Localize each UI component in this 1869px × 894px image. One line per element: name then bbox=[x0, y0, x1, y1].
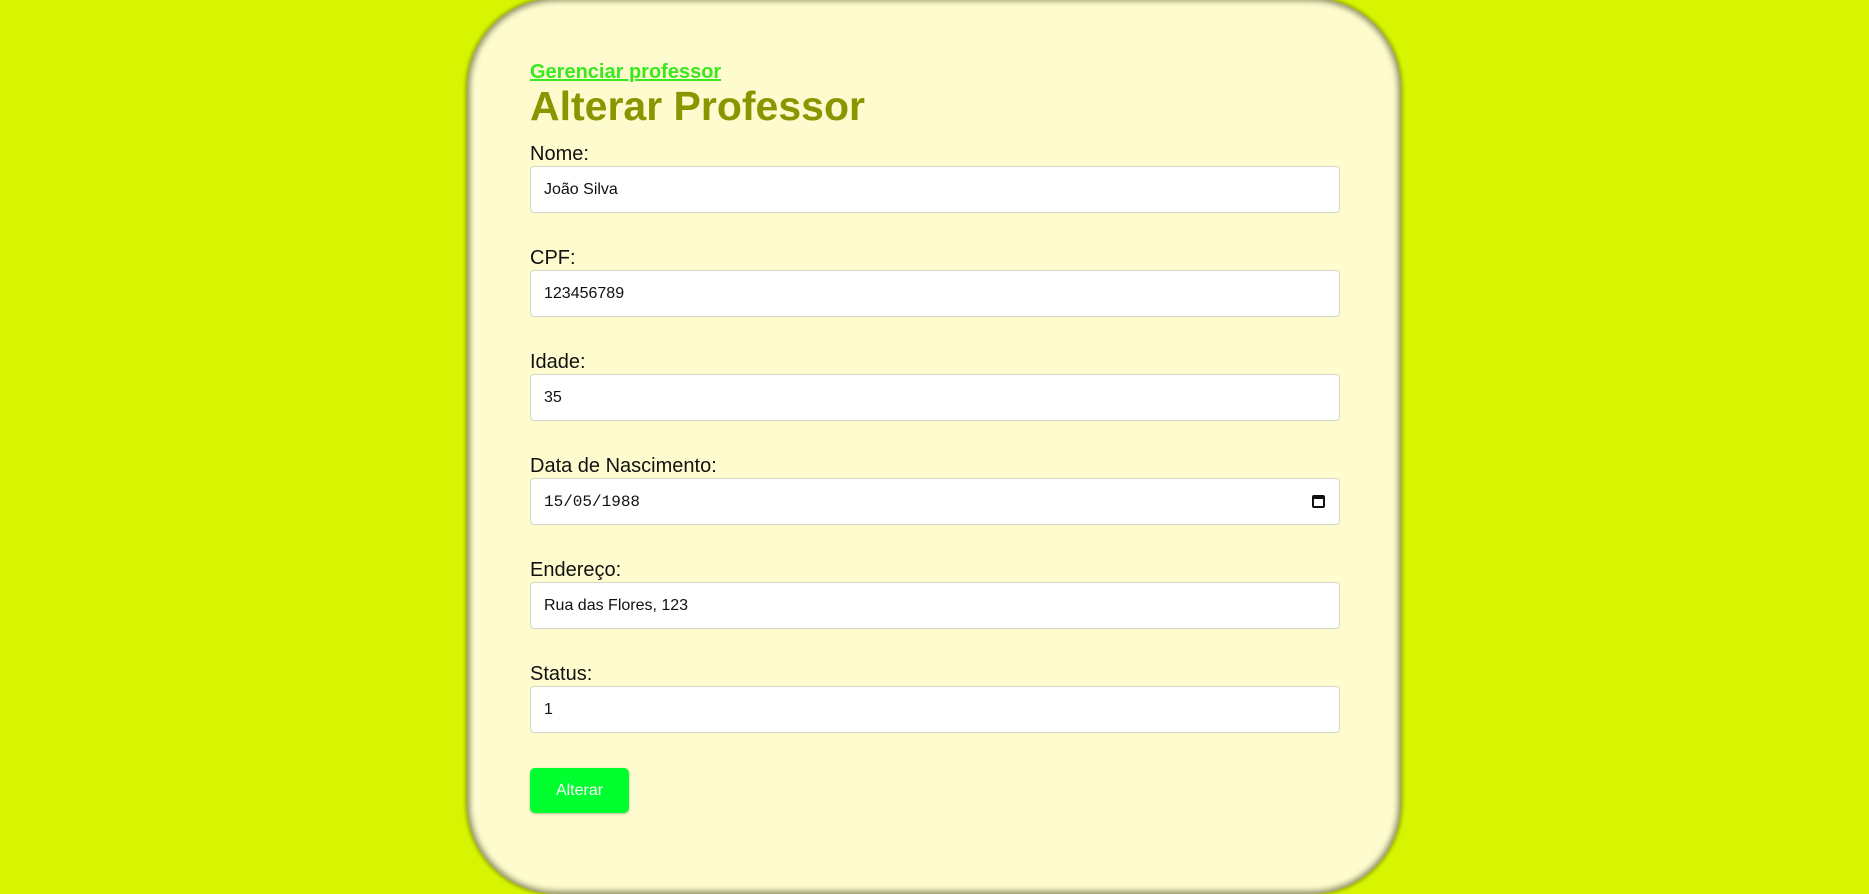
nome-value: João Silva bbox=[544, 180, 618, 198]
status-input[interactable]: 1 bbox=[530, 686, 1340, 733]
field-nome: Nome: João Silva bbox=[530, 142, 1340, 213]
nascimento-label: Data de Nascimento: bbox=[530, 455, 717, 477]
nome-label: Nome: bbox=[530, 143, 589, 165]
idade-input[interactable]: 35 bbox=[530, 374, 1340, 421]
endereco-value: Rua das Flores, 123 bbox=[544, 596, 689, 614]
field-nascimento: Data de Nascimento: 15/05/1988 bbox=[530, 454, 1340, 525]
field-cpf: CPF: 123456789 bbox=[530, 246, 1340, 317]
cpf-label: CPF: bbox=[530, 247, 576, 269]
idade-label: Idade: bbox=[530, 351, 586, 373]
form-container: Gerenciar professor Alterar Professor No… bbox=[530, 60, 1340, 813]
field-idade: Idade: 35 bbox=[530, 350, 1340, 421]
status-value: 1 bbox=[544, 700, 553, 718]
page-title: Alterar Professor bbox=[530, 83, 865, 129]
cpf-value: 123456789 bbox=[544, 284, 625, 302]
alterar-button[interactable]: Alterar bbox=[530, 768, 629, 813]
nascimento-value: 15/05/1988 bbox=[544, 492, 641, 511]
field-endereco: Endereço: Rua das Flores, 123 bbox=[530, 558, 1340, 629]
cpf-input[interactable]: 123456789 bbox=[530, 270, 1340, 317]
calendar-icon[interactable] bbox=[1312, 495, 1325, 508]
nome-input[interactable]: João Silva bbox=[530, 166, 1340, 213]
endereco-input[interactable]: Rua das Flores, 123 bbox=[530, 582, 1340, 629]
status-label: Status: bbox=[530, 663, 593, 685]
field-status: Status: 1 bbox=[530, 662, 1340, 733]
idade-value: 35 bbox=[544, 388, 562, 406]
nascimento-date-input[interactable]: 15/05/1988 bbox=[530, 478, 1340, 525]
endereco-label: Endereço: bbox=[530, 559, 622, 581]
manage-teacher-link[interactable]: Gerenciar professor bbox=[530, 60, 1340, 84]
